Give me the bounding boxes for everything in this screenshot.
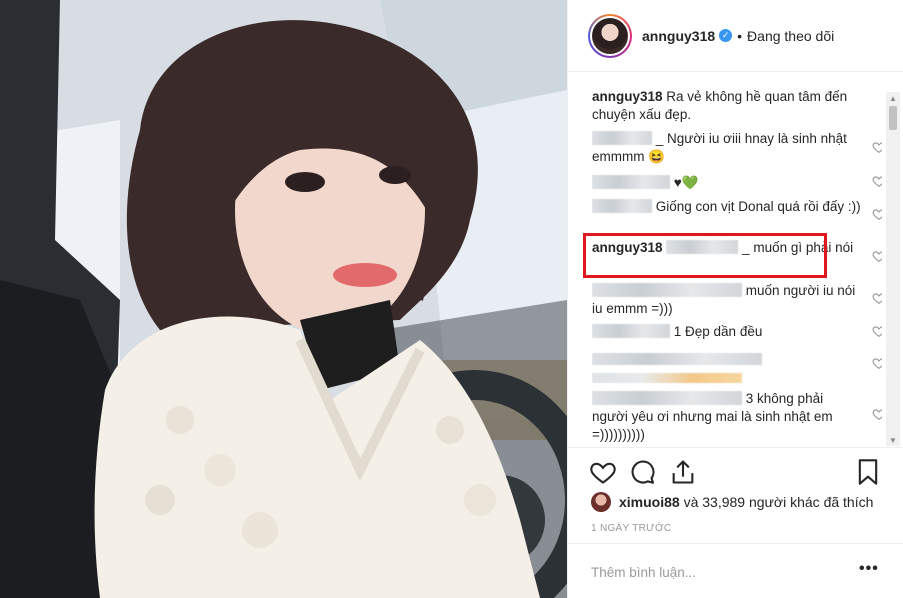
liker-avatar[interactable] <box>591 492 611 512</box>
comments-scrollbar[interactable]: ▲ ▼ <box>886 92 900 446</box>
blurred-comment <box>592 373 742 383</box>
comment-item: 1 Đẹp dần đều <box>592 323 862 341</box>
comment-item: ♥💚 <box>592 174 862 192</box>
comments-list: annguy318 Ra vẻ không hề quan tâm đến ch… <box>592 88 882 448</box>
action-bar <box>567 447 903 497</box>
highlighted-comment: annguy318 _ muốn gì phải nói <box>592 239 862 257</box>
post-header: annguy318 ✓ • Đang theo dõi <box>568 0 903 72</box>
comment-text: ♥💚 <box>673 175 699 190</box>
comment-like-heart-icon[interactable] <box>872 291 882 305</box>
comment-text: 1 Đẹp dần đều <box>673 324 763 339</box>
scroll-up-arrow-icon[interactable]: ▲ <box>886 92 900 104</box>
comment-like-heart-icon[interactable] <box>872 324 882 338</box>
following-button[interactable]: Đang theo dõi <box>747 28 834 44</box>
scroll-thumb[interactable] <box>889 106 897 130</box>
blurred-username <box>592 353 762 365</box>
blurred-mention <box>666 240 739 254</box>
comment-item: muốn người iu nói iu emmm =))) <box>592 282 862 318</box>
comment-prefix: _ <box>742 240 754 255</box>
caption-username[interactable]: annguy318 <box>592 89 663 104</box>
comment-item: 3 không phải người yêu ơi nhưng mai là s… <box>592 390 862 444</box>
instagram-post-view: annguy318 ✓ • Đang theo dõi annguy318 Ra… <box>0 0 903 598</box>
caption: annguy318 Ra vẻ không hề quan tâm đến ch… <box>592 88 862 124</box>
comment-item: _ Người iu ơiii hnay là sinh nhật emmmm … <box>592 130 862 166</box>
liker-username[interactable]: ximuoi88 <box>619 494 680 510</box>
selfie-illustration <box>0 0 567 598</box>
blurred-username <box>592 175 670 189</box>
comment-username[interactable]: annguy318 <box>592 240 663 255</box>
share-icon[interactable] <box>669 458 697 486</box>
author-username[interactable]: annguy318 <box>642 28 715 44</box>
comment-like-heart-icon[interactable] <box>872 356 882 370</box>
comment-text: muốn gì phải nói <box>753 240 854 255</box>
likes-summary: ximuoi88 và 33,989 người khác đã thích <box>591 492 873 512</box>
comment-like-heart-icon[interactable] <box>872 174 882 188</box>
comment-item <box>592 350 862 383</box>
comment-text: Giống con vịt Donal quá rồi đấy :)) <box>655 199 861 214</box>
blurred-username <box>592 391 742 405</box>
likes-text[interactable]: và 33,989 người khác đã thích <box>680 494 874 510</box>
heart-icon[interactable] <box>589 458 617 486</box>
bookmark-icon[interactable] <box>854 458 882 486</box>
post-timestamp[interactable]: 1 NGÀY TRƯỚC <box>591 523 671 534</box>
blurred-username <box>592 199 652 213</box>
scroll-down-arrow-icon[interactable]: ▼ <box>886 434 900 446</box>
comment-like-heart-icon[interactable] <box>872 407 882 421</box>
comment-prefix: _ <box>655 131 668 146</box>
add-comment-bar: Thêm bình luận... ••• <box>567 543 903 598</box>
author-avatar[interactable] <box>588 13 632 58</box>
post-photo[interactable] <box>0 0 567 598</box>
blurred-username <box>592 283 742 297</box>
comment-input[interactable]: Thêm bình luận... <box>591 565 696 580</box>
blurred-username <box>592 324 670 338</box>
comment-like-heart-icon[interactable] <box>872 207 882 221</box>
blurred-username <box>592 131 652 145</box>
more-options-icon[interactable]: ••• <box>859 560 879 578</box>
comment-item: Giống con vịt Donal quá rồi đấy :)) <box>592 198 862 216</box>
comment-like-heart-icon[interactable] <box>872 249 882 263</box>
comment-icon[interactable] <box>629 458 657 486</box>
header-separator: • <box>737 27 743 44</box>
verified-badge-icon: ✓ <box>719 29 733 42</box>
comment-like-heart-icon[interactable] <box>872 140 882 154</box>
